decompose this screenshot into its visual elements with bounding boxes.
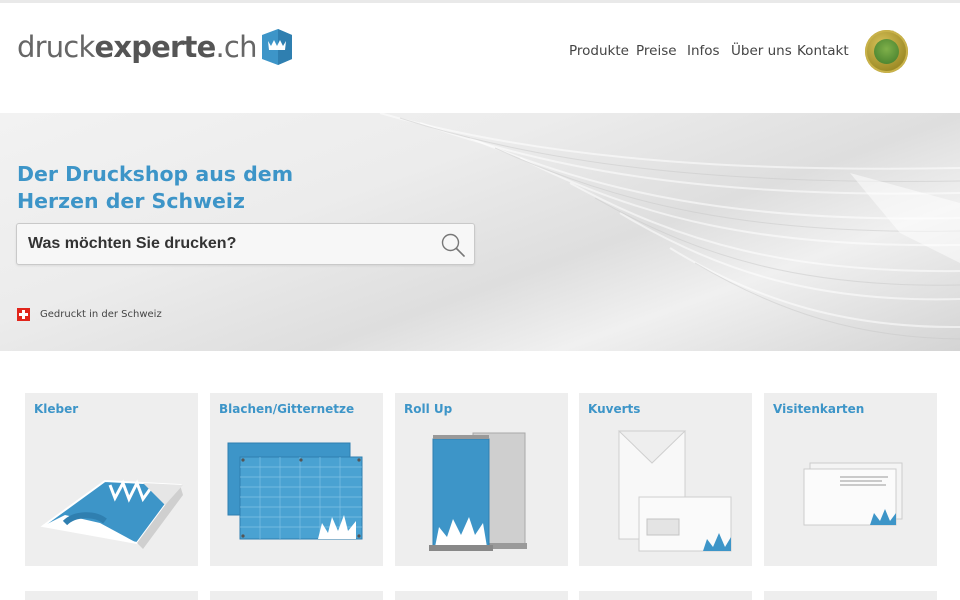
- product-card-row2-4[interactable]: [579, 591, 752, 600]
- product-card-row2-1[interactable]: [25, 591, 198, 600]
- business-card-icon: [803, 462, 903, 526]
- product-card-kuverts[interactable]: Kuverts: [579, 393, 752, 566]
- nav-kontakt[interactable]: Kontakt: [797, 43, 849, 59]
- product-card-visitenkarten[interactable]: Visitenkarten: [764, 393, 937, 566]
- badge-inner: [874, 39, 899, 64]
- logo-text: druckexperte.ch: [17, 29, 257, 64]
- site-header: druckexperte.ch Produkte Preise Infos Üb…: [0, 3, 960, 113]
- nav-infos[interactable]: Infos: [687, 43, 720, 59]
- product-card-row2-2[interactable]: [210, 591, 383, 600]
- award-badge-icon[interactable]: [865, 30, 908, 73]
- search-icon[interactable]: [440, 232, 466, 258]
- envelope-icon: [617, 430, 732, 552]
- nav-preise[interactable]: Preise: [636, 43, 677, 59]
- swiss-flag-icon: [17, 308, 30, 321]
- product-card-blachen[interactable]: Blachen/Gitternetze: [210, 393, 383, 566]
- logo-crown-icon: [261, 29, 292, 65]
- hero-banner: Der Druckshop aus dem Herzen der Schweiz…: [0, 113, 960, 351]
- banner-icon: [227, 442, 363, 540]
- product-card-row2-5[interactable]: [764, 591, 937, 600]
- rollup-icon: [429, 432, 527, 551]
- nav-produkte[interactable]: Produkte: [569, 43, 629, 59]
- hero-heading: Der Druckshop aus dem Herzen der Schweiz: [17, 162, 294, 213]
- product-card-row2-3[interactable]: [395, 591, 568, 600]
- product-card-kleber[interactable]: Kleber: [25, 393, 198, 566]
- search-box: [16, 223, 475, 265]
- product-card-rollup[interactable]: Roll Up: [395, 393, 568, 566]
- nav-ueber-uns[interactable]: Über uns: [731, 43, 792, 59]
- site-logo[interactable]: druckexperte.ch: [17, 25, 294, 69]
- sticker-icon: [40, 479, 183, 549]
- search-input[interactable]: [17, 224, 427, 264]
- swiss-made-note: Gedruckt in der Schweiz: [17, 308, 162, 321]
